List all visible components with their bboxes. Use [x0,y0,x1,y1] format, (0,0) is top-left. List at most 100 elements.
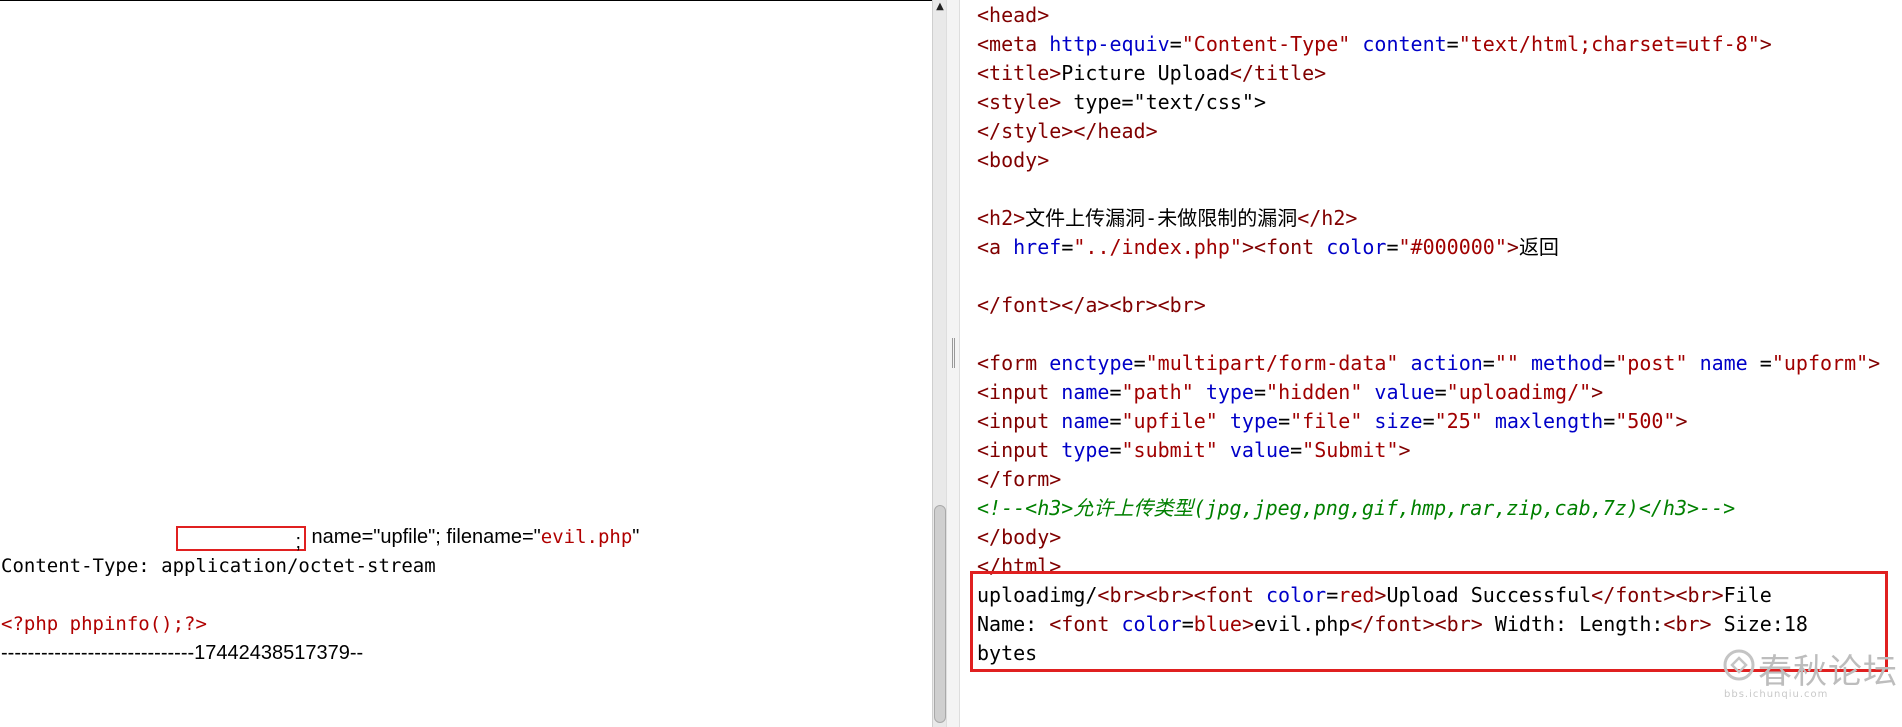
source-token: = [1278,409,1291,433]
source-line: <input name="upfile" type="file" size="2… [977,407,1688,436]
source-token [1218,409,1230,433]
source-token: = [1603,351,1616,375]
source-token: <style> [977,90,1062,114]
source-token: "25" [1434,409,1483,433]
source-line: <body> [977,146,1049,175]
source-token: value [1374,380,1435,404]
source-token: Picture Upload [1061,61,1230,85]
source-token: "Content-Type" [1181,32,1351,56]
source-token: "multipart/form-data" [1145,351,1399,375]
source-token: > [1868,351,1881,375]
php-payload-line: <?php phpinfo();?> [1,613,207,635]
source-line: <h2>文件上传漏洞-未做限制的漏洞</h2> [977,204,1357,233]
source-token [1037,351,1049,375]
source-token [1001,235,1013,259]
watermark-url: bbs.ichunqiu.com [1724,689,1829,700]
source-token: "#000000" [1398,235,1507,259]
redacted-highlight-box: ; [176,526,306,553]
source-line: </style></head> [977,117,1158,146]
source-token: = [1422,409,1435,433]
source-token: <body> [977,148,1050,172]
source-token: = [1603,409,1616,433]
source-token: name [1061,380,1110,404]
multipart-boundary-line: -----------------------------17442438517… [1,642,364,664]
content-type-line: Content-Type: application/octet-stream [1,555,436,577]
source-line: <a href="../index.php"><font color="#000… [977,233,1559,262]
source-token: = [1290,438,1303,462]
source-token: </body> [977,525,1062,549]
source-token: type [1061,438,1110,462]
scroll-up-arrow-icon[interactable]: ▲ [934,0,946,16]
source-token: </title> [1229,61,1327,85]
scrollbar-thumb[interactable] [934,505,946,723]
source-token: action [1410,351,1483,375]
disposition-close-quote: " [632,526,640,548]
source-token: "text/html;charset=utf-8" [1458,32,1760,56]
source-token: </font></a><br><br> [977,293,1206,317]
source-token: "path" [1121,380,1194,404]
source-token: <input [977,380,1050,404]
source-token: = [1446,32,1459,56]
source-token: href [1013,235,1062,259]
source-token: = [1109,438,1122,462]
source-token: = [1482,351,1495,375]
source-token: <!--<h3>允许上传类型(jpg,jpeg,png,gif,hmp,rar,… [977,496,1736,520]
source-token [1049,380,1061,404]
source-token: <font [1253,235,1315,259]
source-token: name [1061,409,1110,433]
source-token: = [1434,380,1447,404]
source-token: = [1386,235,1399,259]
source-token: <form [977,351,1038,375]
source-token: <meta [977,32,1038,56]
source-token: "uploadimg/" [1446,380,1592,404]
source-token: > [1398,438,1411,462]
source-token [1049,438,1061,462]
watermark: 春秋论坛 bbs.ichunqiu.com [1720,640,1900,710]
source-token: "post" [1615,351,1688,375]
source-token: value [1229,438,1291,462]
source-token: content [1362,32,1447,56]
source-token [1483,409,1495,433]
source-token: = [1133,351,1146,375]
source-line: </font></a><br><br> [977,291,1206,320]
source-token [1362,380,1374,404]
source-token: "../index.php" [1073,235,1242,259]
splitter-grip-icon[interactable] [952,338,955,368]
source-line: <input name="path" type="hidden" value="… [977,378,1603,407]
source-token: color [1326,235,1387,259]
source-token: "hidden" [1266,380,1363,404]
source-token: = [1169,32,1182,56]
source-token: enctype [1049,351,1134,375]
request-scrollbar[interactable]: ▲ [932,0,946,727]
source-token: <input [977,409,1050,433]
source-line: <style> type="text/css"> [977,88,1266,117]
source-token: > [1759,32,1772,56]
source-line: <title>Picture Upload</title> [977,59,1326,88]
source-token [1688,351,1700,375]
source-token: 文件上传漏洞-未做限制的漏洞 [1025,206,1298,230]
content-disposition-line: ; name="upfile"; filename="evil.php" [176,523,640,553]
source-token: "Submit" [1302,438,1399,462]
watermark-logo-icon [1723,649,1755,681]
request-pane: ; name="upfile"; filename="evil.php" Con… [0,0,932,727]
source-token [1350,32,1362,56]
source-token: </form> [977,467,1062,491]
source-token: "upform" [1771,351,1869,375]
source-token: name [1699,351,1748,375]
source-token: = [1253,380,1267,404]
response-source-pane: <head> <meta http-equiv="Content-Type" co… [960,0,1902,727]
source-token: > [1241,235,1254,259]
source-token [1218,438,1230,462]
source-token: = [1109,380,1122,404]
source-token [1049,409,1061,433]
source-token: "" [1494,351,1519,375]
source-token: 返回 [1518,235,1559,259]
source-line: </body> [977,523,1061,552]
pane-splitter[interactable] [946,0,960,727]
watermark-text: 春秋论坛 [1758,652,1898,692]
source-token: <h2> [977,206,1026,230]
source-token: = [1061,235,1074,259]
source-token: </h2> [1297,206,1358,230]
source-line: <meta http-equiv="Content-Type" content=… [977,30,1772,59]
source-token: "500" [1615,409,1676,433]
